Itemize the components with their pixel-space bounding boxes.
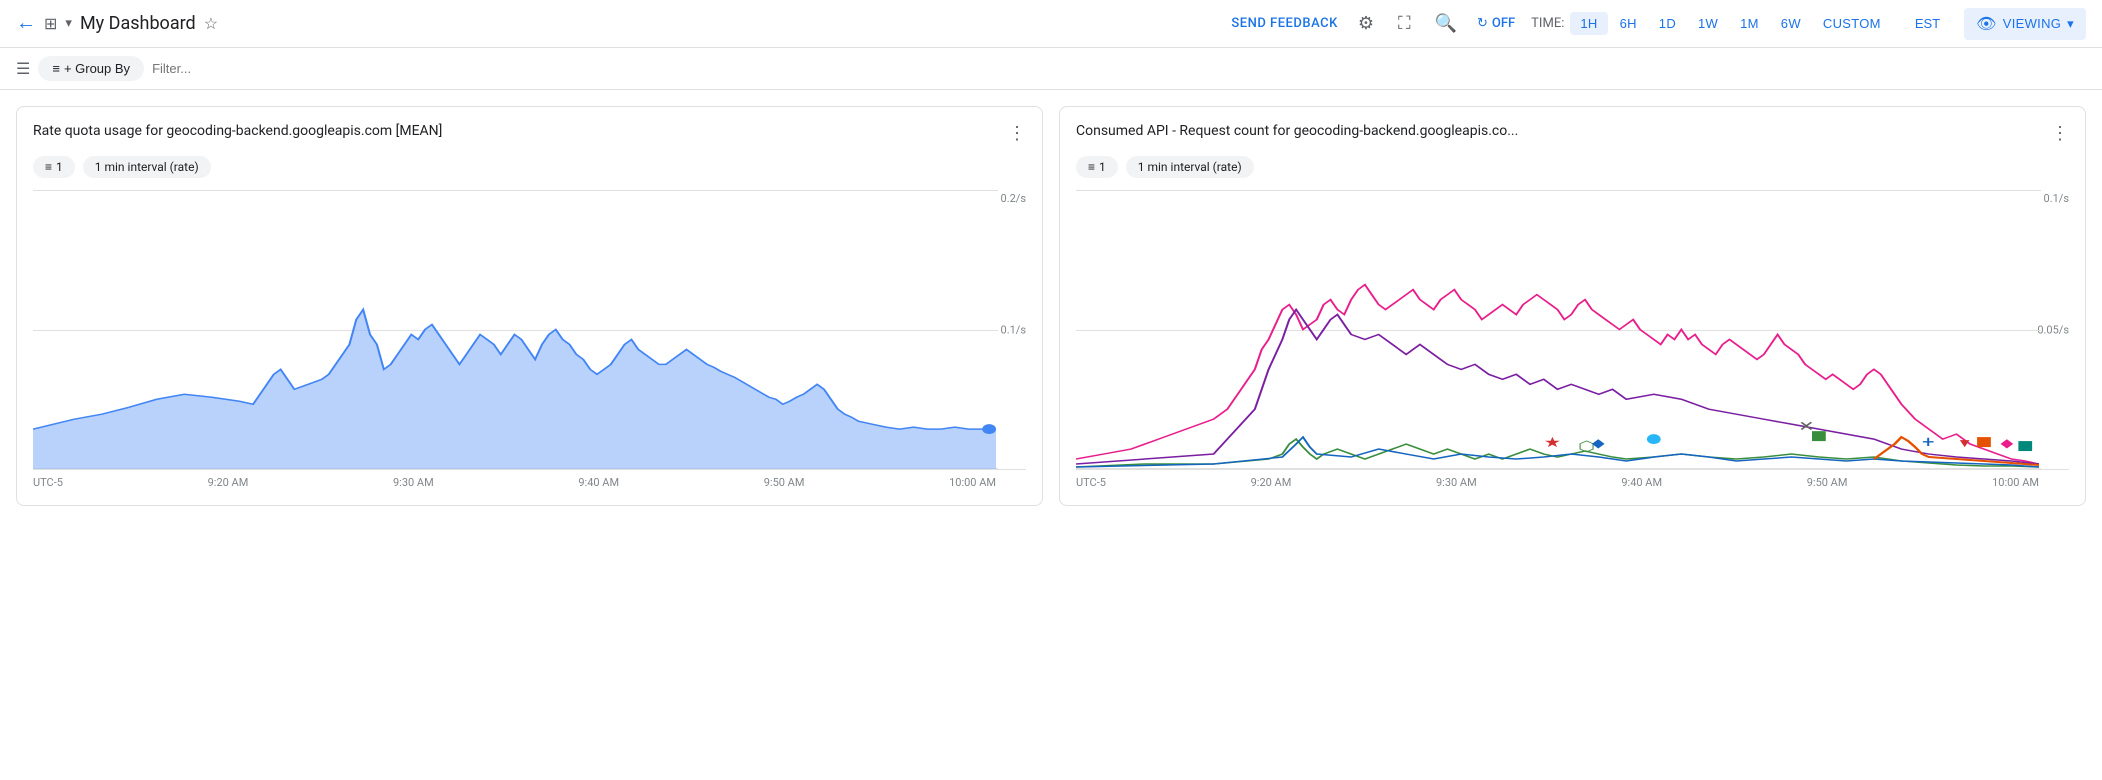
viewing-dropdown-icon: ▾ [2067,16,2074,32]
time-1h-button[interactable]: 1H [1570,12,1607,35]
chart2-pink-diamond: ◆ [2000,436,2013,450]
group-by-button[interactable]: ≡ + Group By [38,56,144,81]
filter-toolbar: ☰ ≡ + Group By [0,48,2102,90]
filter-icon: ≡ [45,160,52,174]
chart2-x-0: UTC-5 [1076,476,1106,489]
chart1-header: Rate quota usage for geocoding-backend.g… [33,123,1026,144]
chart2-x-5: 10:00 AM [1992,476,2039,489]
chart2-teal-square [2018,441,2032,451]
send-feedback-button[interactable]: SEND FEEDBACK [1231,16,1337,31]
time-6h-button[interactable]: 6H [1610,12,1647,35]
back-button[interactable]: ← [16,12,36,35]
chart2-interval-tag[interactable]: 1 min interval (rate) [1126,156,1254,178]
chart2-area: 0.1/s 0.05/s ★ ⬡ [1076,190,2069,470]
chart1-y-mid: 0.1/s [1001,323,1026,336]
time-6w-button[interactable]: 6W [1771,12,1811,35]
chart1-x-0: UTC-5 [33,476,63,489]
chart1-x-axis: UTC-5 9:20 AM 9:30 AM 9:40 AM 9:50 AM 10… [33,470,1026,489]
dropdown-arrow-icon[interactable]: ▾ [65,16,72,31]
chart2-filter-icon: ≡ [1088,160,1095,174]
settings-button[interactable]: ⚙ [1354,9,1378,38]
chart1-title: Rate quota usage for geocoding-backend.g… [33,123,1008,139]
chart2-orange-square [1977,437,1991,447]
time-label: TIME: [1531,16,1564,31]
chart2-diamond-marker: ◆ [1592,436,1605,450]
filter-input[interactable] [152,61,2086,76]
chart1-more-icon[interactable]: ⋮ [1008,123,1026,144]
chart2-purple-triangle: ▲ [2036,440,2039,454]
timezone-button[interactable]: EST [1907,12,1948,35]
chart2-more-icon[interactable]: ⋮ [2051,123,2069,144]
chart2-tag1-label: 1 [1099,160,1106,174]
chart-card-1: Rate quota usage for geocoding-backend.g… [16,106,1043,506]
chart2-circle-marker [1647,434,1661,444]
chart-card-2: Consumed API - Request count for geocodi… [1059,106,2086,506]
time-1d-button[interactable]: 1D [1649,12,1686,35]
refresh-icon: ↻ [1477,16,1488,31]
chart1-x-1: 9:20 AM [208,476,249,489]
chart2-header: Consumed API - Request count for geocodi… [1076,123,2069,144]
chart2-x-1: 9:20 AM [1251,476,1292,489]
chart2-tag2-label: 1 min interval (rate) [1138,160,1242,174]
chart2-star-marker: ★ [1544,435,1561,452]
group-by-icon: ≡ [52,61,60,76]
chart1-svg [33,190,996,469]
time-section: TIME: 1H 6H 1D 1W 1M 6W CUSTOM [1531,12,1891,35]
auto-refresh-toggle[interactable]: ↻ OFF [1477,16,1515,31]
chart1-area: 0.2/s 0.1/s [33,190,1026,470]
chart2-x-2: 9:30 AM [1436,476,1477,489]
chart2-x-4: 9:50 AM [1807,476,1848,489]
star-icon[interactable]: ☆ [204,14,218,33]
chart2-square-marker [1812,431,1826,441]
header-center: SEND FEEDBACK ⚙ ⛶ 🔍 ↻ OFF TIME: 1H 6H 1D… [1231,8,2086,40]
search-button[interactable]: 🔍 [1431,9,1461,38]
viewing-button[interactable]: 👁 VIEWING ▾ [1964,8,2086,40]
chart2-x-axis: UTC-5 9:20 AM 9:30 AM 9:40 AM 9:50 AM 10… [1076,470,2069,489]
chart2-svg: ★ ⬡ ◆ ✕ + ▼ ◆ [1076,190,2039,469]
fullscreen-button[interactable]: ⛶ [1394,9,1415,38]
chart2-title: Consumed API - Request count for geocodi… [1076,123,2051,139]
chart1-x-3: 9:40 AM [578,476,619,489]
time-1m-button[interactable]: 1M [1730,12,1769,35]
chart2-filter-tag[interactable]: ≡ 1 [1076,156,1118,178]
time-1w-button[interactable]: 1W [1688,12,1728,35]
chart1-x-4: 9:50 AM [764,476,805,489]
app-header: ← ⊞ ▾ My Dashboard ☆ SEND FEEDBACK ⚙ ⛶ 🔍… [0,0,2102,48]
chart1-interval-tag[interactable]: 1 min interval (rate) [83,156,211,178]
chart2-x-marker: ✕ [1798,419,1814,436]
header-left: ← ⊞ ▾ My Dashboard ☆ [16,12,1223,35]
chart1-filter-tag[interactable]: ≡ 1 [33,156,75,178]
chart2-triangle-marker: ▼ [1956,436,1972,450]
group-by-label: + Group By [64,61,130,76]
chart1-y-max: 0.2/s [1001,192,1026,205]
chart2-y-mid: 0.05/s [2037,323,2069,336]
chart1-x-2: 9:30 AM [393,476,434,489]
viewing-label: VIEWING [2003,16,2061,31]
eye-icon: 👁 [1976,14,1997,34]
dashboard-content: Rate quota usage for geocoding-backend.g… [0,90,2102,522]
chart2-x-3: 9:40 AM [1621,476,1662,489]
grid-icon: ⊞ [44,14,57,33]
chart1-x-5: 10:00 AM [949,476,996,489]
chart1-end-dot [982,424,996,434]
chart2-tags: ≡ 1 1 min interval (rate) [1076,156,2069,178]
time-custom-button[interactable]: CUSTOM [1813,12,1891,35]
auto-refresh-label: OFF [1492,16,1515,31]
chart1-tag1-label: 1 [56,160,63,174]
chart2-y-max: 0.1/s [2044,192,2069,205]
chart1-tags: ≡ 1 1 min interval (rate) [33,156,1026,178]
chart1-tag2-label: 1 min interval (rate) [95,160,199,174]
hamburger-icon[interactable]: ☰ [16,59,30,78]
chart2-plus-marker: + [1922,432,1935,451]
page-title: My Dashboard [80,13,196,34]
